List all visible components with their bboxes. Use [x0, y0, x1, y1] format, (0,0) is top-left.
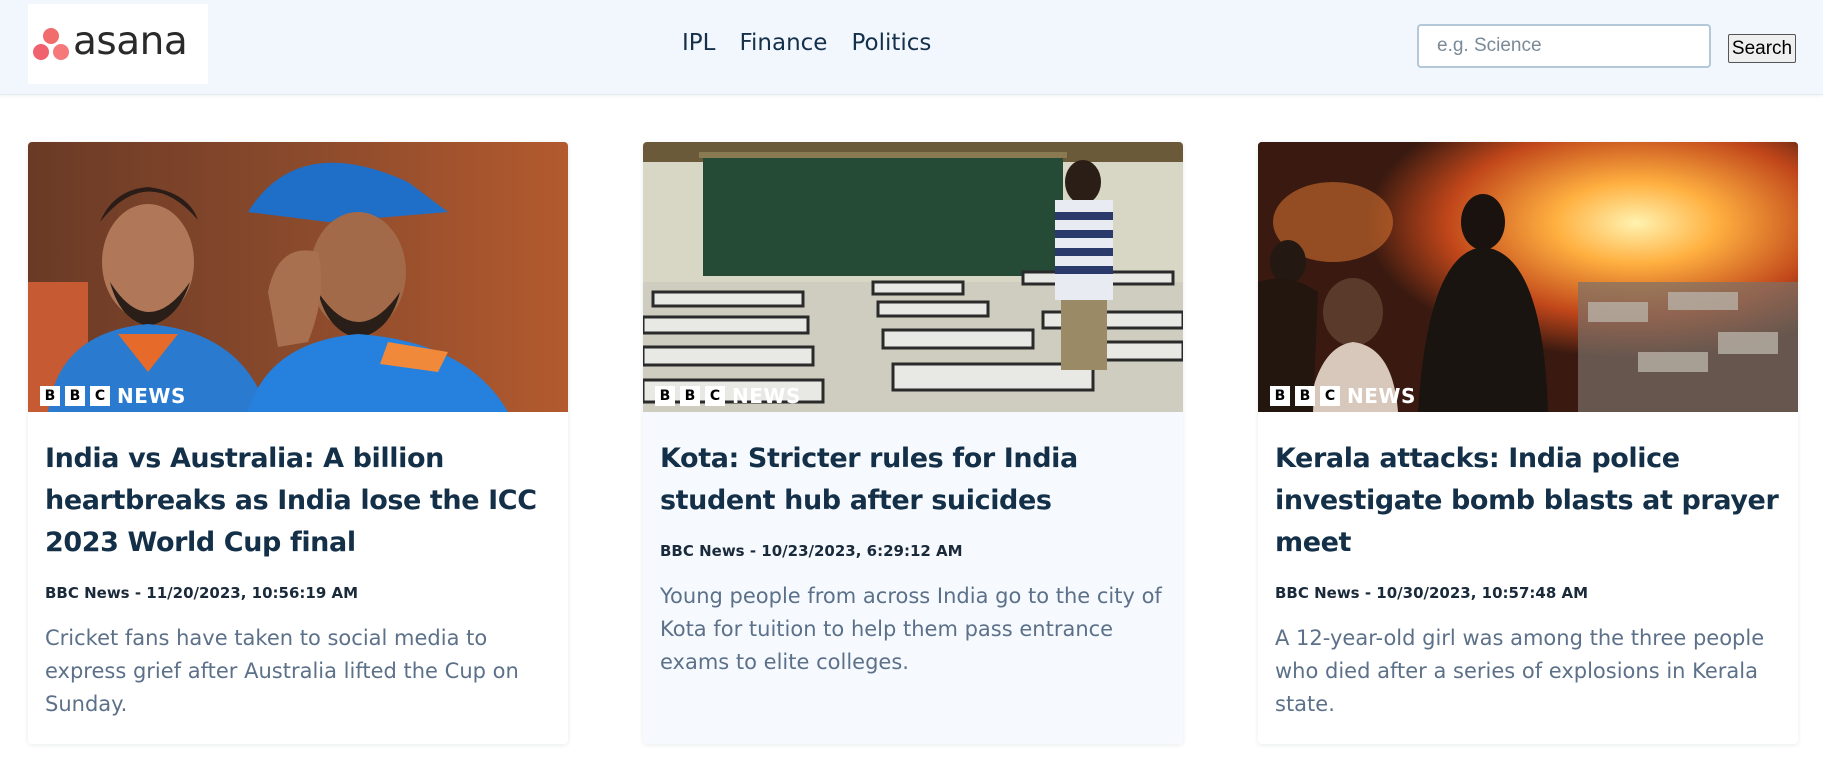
- article-image[interactable]: B B C NEWS: [28, 142, 568, 412]
- article-title[interactable]: Kota: Stricter rules for India student h…: [660, 438, 1166, 522]
- article-card[interactable]: B B C NEWS Kota: Stricter rules for Indi…: [643, 142, 1183, 744]
- article-title[interactable]: Kerala attacks: India police investigate…: [1275, 438, 1781, 564]
- cricket-players-photo: [28, 142, 568, 412]
- article-description: Young people from across India go to the…: [660, 584, 1162, 674]
- brand-logo[interactable]: asana: [28, 4, 208, 84]
- bbc-news-watermark: B B C NEWS: [40, 384, 186, 408]
- article-meta: BBC News - 10/23/2023, 6:29:12 AM: [660, 542, 963, 560]
- nav-link-ipl[interactable]: IPL: [682, 30, 715, 56]
- asana-dots-icon: [31, 24, 71, 64]
- article-card[interactable]: B B C NEWS Kerala attacks: India police …: [1258, 142, 1798, 744]
- search-input[interactable]: [1417, 24, 1711, 68]
- brand-name: asana: [73, 18, 188, 64]
- article-description: Cricket fans have taken to social media …: [45, 626, 519, 716]
- article-meta: BBC News - 10/30/2023, 10:57:48 AM: [1275, 584, 1589, 602]
- bbc-news-watermark: B B C NEWS: [655, 384, 801, 408]
- article-description: A 12-year-old girl was among the three p…: [1275, 626, 1765, 716]
- article-meta: BBC News - 11/20/2023, 10:56:19 AM: [45, 584, 359, 602]
- classroom-photo: [643, 142, 1183, 412]
- fire-scene-photo: [1258, 142, 1798, 412]
- article-card[interactable]: B B C NEWS India vs Australia: A billion…: [28, 142, 568, 744]
- nav-links: IPL Finance Politics: [682, 30, 931, 56]
- nav-link-politics[interactable]: Politics: [851, 30, 931, 56]
- search-button[interactable]: Search: [1728, 34, 1796, 63]
- nav-link-finance[interactable]: Finance: [739, 30, 827, 56]
- article-image[interactable]: B B C NEWS: [1258, 142, 1798, 412]
- bbc-news-watermark: B B C NEWS: [1270, 384, 1416, 408]
- navbar: asana IPL Finance Politics Search: [0, 0, 1823, 95]
- article-title[interactable]: India vs Australia: A billion heartbreak…: [45, 438, 551, 564]
- article-image[interactable]: B B C NEWS: [643, 142, 1183, 412]
